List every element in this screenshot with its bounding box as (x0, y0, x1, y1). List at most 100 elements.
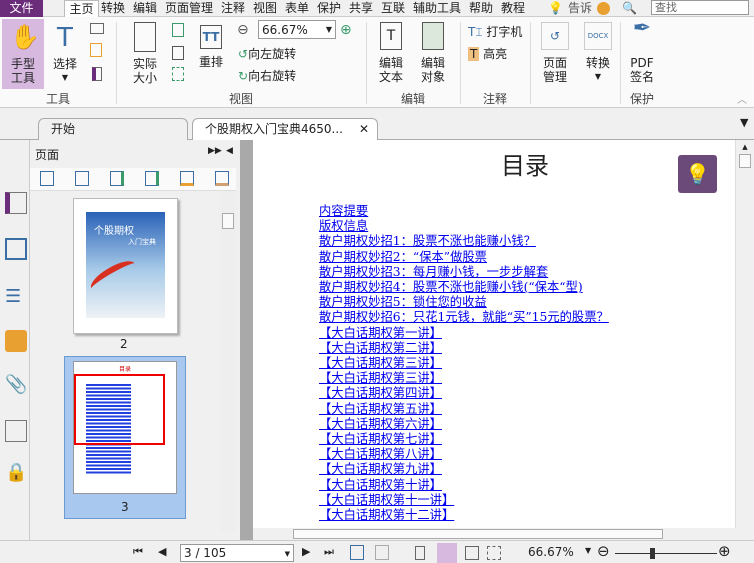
toc-link[interactable]: 散户期权妙招6：只花1元钱，就能“买”15元的股票？ (319, 310, 609, 325)
thumbnail-page-2[interactable]: 个股期权 入门宝典 (73, 198, 178, 334)
toc-link[interactable]: 【大白话期权第一讲】 (319, 326, 442, 341)
insert-page-icon[interactable] (180, 171, 194, 186)
heart-icon[interactable] (597, 2, 610, 15)
page-manage-button[interactable]: ↺ 页面 管理 (536, 22, 574, 84)
menu-page-manage[interactable]: 页面管理 (165, 0, 213, 17)
rotate-right-button[interactable]: ↻向右旋转 (238, 67, 296, 84)
tab-start[interactable]: 开始 (38, 118, 188, 140)
rotate-page-left-icon[interactable] (110, 171, 124, 186)
toc-link[interactable]: 版权信息 (319, 219, 368, 234)
clipboard-icon[interactable] (90, 43, 102, 57)
single-page-icon[interactable] (415, 546, 425, 560)
attachments-icon[interactable]: 📎 (5, 374, 27, 396)
menu-tutorial[interactable]: 教程 (501, 0, 525, 17)
menu-view[interactable]: 视图 (253, 0, 277, 17)
select-button[interactable]: T 选择 ▼ (48, 23, 82, 85)
menu-form[interactable]: 表单 (285, 0, 309, 17)
toc-link[interactable]: 内容提要 (319, 204, 368, 219)
zoom-slider-thumb[interactable] (650, 548, 655, 559)
lightbulb-icon[interactable]: 💡 (678, 155, 717, 193)
collapse-ribbon-icon[interactable]: ︿ (737, 91, 747, 106)
toc-link[interactable]: 【大白话期权第八讲】 (319, 447, 442, 462)
lock-icon[interactable]: 🔒 (5, 462, 27, 484)
viewport-rectangle[interactable] (74, 374, 165, 445)
thumbnail-page-3-selected[interactable]: 目录 3 (64, 356, 186, 519)
actual-size-button[interactable]: 实际 大小 (128, 22, 162, 85)
bookmarks-icon[interactable] (5, 192, 27, 214)
menu-annotate[interactable]: 注释 (221, 0, 245, 17)
zoom-slider[interactable] (615, 553, 717, 554)
toc-link[interactable]: 散户期权妙招1：股票不涨也能赚小钱？ (319, 234, 536, 249)
toc-link[interactable]: 散户期权妙招2：“保本”做股票 (319, 250, 487, 265)
menu-connect[interactable]: 互联 (381, 0, 405, 17)
delete-page-icon[interactable] (215, 171, 229, 186)
search-options-icon[interactable]: 🔍 (622, 0, 637, 17)
zoom-out-icon[interactable]: ⊖ (237, 22, 249, 38)
tab-document[interactable]: 个股期权入门宝典4650... ✕ (192, 118, 378, 141)
panel-splitter[interactable] (240, 140, 253, 540)
rotate-page-right-icon[interactable] (145, 171, 159, 186)
menu-protect[interactable]: 保护 (317, 0, 341, 17)
collapse-panel-icon[interactable]: ◀ (226, 146, 233, 156)
zoom-in-button[interactable]: ⊕ (718, 542, 731, 560)
page-number-input[interactable]: 3 / 105 ▼ (180, 544, 294, 562)
page-icon[interactable] (92, 67, 102, 81)
zoom-dropdown[interactable]: ▼ (585, 546, 591, 555)
toc-link[interactable]: 【大白话期权第九讲】 (319, 462, 442, 477)
toc-link[interactable]: 【大白话期权第三讲】 (319, 371, 442, 386)
toc-link[interactable]: 【大白话期权第五讲】 (319, 402, 442, 417)
enlarge-thumbnail-icon[interactable] (40, 171, 54, 186)
close-icon[interactable]: ✕ (359, 119, 369, 139)
zoom-out-button[interactable]: ⊖ (597, 542, 610, 560)
zoom-in-icon[interactable]: ⊕ (340, 22, 352, 38)
menu-accessibility[interactable]: 辅助工具 (413, 0, 461, 17)
pdf-sign-button[interactable]: ✒ PDF 签名 (624, 18, 660, 85)
toc-link[interactable]: 【大白话期权第三讲】 (319, 356, 442, 371)
edit-object-button[interactable]: 编辑 对象 (414, 22, 452, 84)
continuous-facing-icon[interactable] (487, 546, 501, 560)
toc-link[interactable]: 【大白话期权第七讲】 (319, 432, 442, 447)
previous-page-button[interactable]: ◀ (158, 545, 166, 558)
vertical-scrollbar[interactable]: ▲ (735, 140, 754, 528)
fit-page-icon[interactable] (172, 23, 184, 37)
facing-page-icon[interactable] (465, 546, 479, 560)
typewriter-button[interactable]: T⌶ 打字机 (468, 23, 522, 40)
menu-share[interactable]: 共享 (349, 0, 373, 17)
horizontal-scrollbar[interactable] (253, 528, 735, 540)
file-menu[interactable]: 文件 (0, 0, 43, 17)
rotate-left-button[interactable]: ↺向左旋转 (238, 45, 296, 62)
convert-button[interactable]: DOCX 转换 ▼ (580, 22, 616, 84)
toc-link[interactable]: 【大白话期权第十一讲】 (319, 493, 454, 508)
first-page-button[interactable]: ⏮ (133, 545, 143, 559)
edit-text-button[interactable]: T 编辑 文本 (374, 22, 408, 84)
lightbulb-icon[interactable]: 💡 (548, 0, 563, 17)
tell-me[interactable]: 告诉 (568, 0, 592, 17)
previous-view-icon[interactable] (350, 545, 364, 560)
last-page-button[interactable]: ⏭ (324, 545, 334, 559)
menu-edit[interactable]: 编辑 (133, 0, 157, 17)
reduce-thumbnail-icon[interactable] (75, 171, 89, 186)
highlight-button[interactable]: T 高亮 (468, 45, 507, 62)
next-page-button[interactable]: ▶ (302, 545, 310, 558)
toc-link[interactable]: 散户期权妙招3：每月赚小钱，一步步解套 (319, 265, 548, 280)
toc-link[interactable]: 散户期权妙招4：股票不涨也能赚小钱(“保本“型) (319, 280, 583, 295)
layers-icon[interactable]: ☰ (5, 286, 27, 308)
menu-home[interactable]: 主页 (64, 0, 99, 17)
toc-link[interactable]: 【大白话期权第二讲】 (319, 341, 442, 356)
search-input[interactable]: 查找 (651, 0, 749, 15)
thumbnail-scrollbar[interactable] (220, 191, 236, 531)
continuous-page-icon[interactable] (437, 543, 457, 563)
fit-width-icon[interactable] (172, 46, 184, 60)
toc-link[interactable]: 【大白话期权第十二讲】 (319, 508, 454, 523)
menu-convert[interactable]: 转换 (101, 0, 125, 17)
toc-link[interactable]: 【大白话期权第十讲】 (319, 478, 442, 493)
reflow-button[interactable]: TT 重排 (196, 25, 226, 69)
expand-panel-icon[interactable]: ▶▶ (208, 146, 222, 156)
comments-icon[interactable] (5, 330, 27, 352)
toc-link[interactable]: 【大白话期权第四讲】 (319, 386, 442, 401)
toc-link[interactable]: 【大白话期权第六讲】 (319, 417, 442, 432)
fit-visible-icon[interactable] (172, 67, 184, 81)
signatures-icon[interactable] (5, 420, 27, 442)
zoom-select[interactable]: 66.67% ▼ (258, 20, 336, 39)
pages-icon[interactable] (5, 238, 27, 260)
